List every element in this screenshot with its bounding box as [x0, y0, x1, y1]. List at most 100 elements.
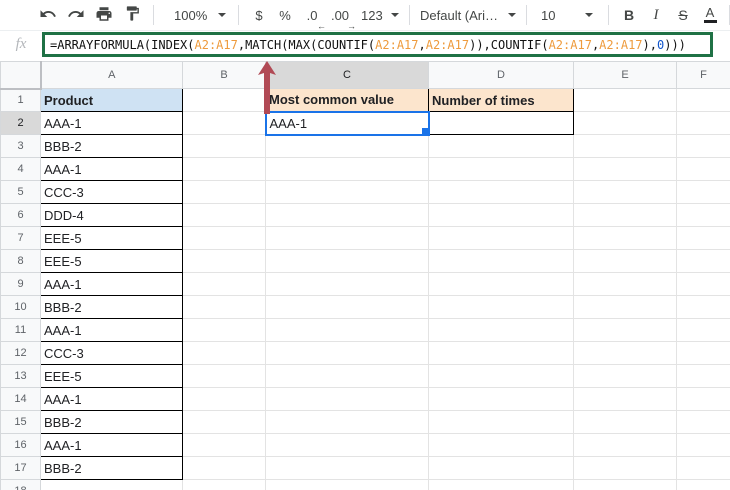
- cell-c1[interactable]: Most common value: [265, 88, 429, 112]
- cell-f14[interactable]: [676, 387, 730, 411]
- cell-b2[interactable]: [182, 111, 266, 135]
- cell-d5[interactable]: [428, 180, 574, 204]
- cell-b18[interactable]: [182, 479, 266, 490]
- cell-c17[interactable]: [265, 456, 429, 480]
- fill-handle[interactable]: [420, 126, 427, 133]
- cell-c15[interactable]: [265, 410, 429, 434]
- cell-d18[interactable]: [428, 479, 574, 490]
- row-header-9[interactable]: 9: [0, 272, 41, 296]
- cell-c12[interactable]: [265, 341, 429, 365]
- cell-b6[interactable]: [182, 203, 266, 227]
- cell-a8[interactable]: EEE-5: [40, 249, 183, 273]
- cell-d14[interactable]: [428, 387, 574, 411]
- cell-f7[interactable]: [676, 226, 730, 250]
- cell-d9[interactable]: [428, 272, 574, 296]
- cell-e16[interactable]: [573, 433, 677, 457]
- cell-d13[interactable]: [428, 364, 574, 388]
- cell-a2[interactable]: AAA-1: [40, 111, 183, 135]
- column-header-d[interactable]: D: [428, 61, 574, 89]
- cell-c2-selected[interactable]: AAA-1: [264, 110, 430, 136]
- row-header-1[interactable]: 1: [0, 88, 41, 112]
- column-header-f[interactable]: F: [676, 61, 730, 89]
- cell-d7[interactable]: [428, 226, 574, 250]
- row-header-10[interactable]: 10: [0, 295, 41, 319]
- cell-a1[interactable]: Product: [40, 88, 183, 112]
- paint-format-button[interactable]: [120, 3, 144, 27]
- cell-f15[interactable]: [676, 410, 730, 434]
- cell-f6[interactable]: [676, 203, 730, 227]
- more-formats-button[interactable]: 123: [359, 3, 401, 27]
- cell-b11[interactable]: [182, 318, 266, 342]
- undo-button[interactable]: [36, 3, 60, 27]
- cell-c5[interactable]: [265, 180, 429, 204]
- cell-b12[interactable]: [182, 341, 266, 365]
- font-select[interactable]: Default (Ari…: [418, 3, 518, 27]
- cell-a6[interactable]: DDD-4: [40, 203, 183, 227]
- cell-e9[interactable]: [573, 272, 677, 296]
- cell-a17[interactable]: BBB-2: [40, 456, 183, 480]
- cell-d4[interactable]: [428, 157, 574, 181]
- cell-b15[interactable]: [182, 410, 266, 434]
- row-header-17[interactable]: 17: [0, 456, 41, 480]
- cell-c3[interactable]: [265, 134, 429, 158]
- cell-f4[interactable]: [676, 157, 730, 181]
- row-header-2[interactable]: 2: [0, 111, 41, 135]
- redo-button[interactable]: [64, 3, 88, 27]
- decrease-decimal-button[interactable]: .0 ←: [301, 3, 326, 32]
- row-header-11[interactable]: 11: [0, 318, 41, 342]
- cell-b17[interactable]: [182, 456, 266, 480]
- column-header-c[interactable]: C: [265, 61, 429, 89]
- cell-e5[interactable]: [573, 180, 677, 204]
- cell-e1[interactable]: [573, 88, 677, 112]
- cell-f2[interactable]: [676, 111, 730, 135]
- cell-e11[interactable]: [573, 318, 677, 342]
- cell-a18[interactable]: [40, 479, 183, 490]
- cell-d10[interactable]: [428, 295, 574, 319]
- cell-a16[interactable]: AAA-1: [40, 433, 183, 457]
- cell-a5[interactable]: CCC-3: [40, 180, 183, 204]
- cell-a13[interactable]: EEE-5: [40, 364, 183, 388]
- row-header-4[interactable]: 4: [0, 157, 41, 181]
- bold-button[interactable]: B: [618, 3, 640, 27]
- select-all-corner[interactable]: [0, 61, 42, 90]
- cell-a3[interactable]: BBB-2: [40, 134, 183, 158]
- cell-e8[interactable]: [573, 249, 677, 273]
- cell-d8[interactable]: [428, 249, 574, 273]
- cell-e10[interactable]: [573, 295, 677, 319]
- cell-f13[interactable]: [676, 364, 730, 388]
- column-header-e[interactable]: E: [573, 61, 677, 89]
- text-color-button[interactable]: A: [699, 3, 721, 27]
- cell-d16[interactable]: [428, 433, 574, 457]
- row-header-6[interactable]: 6: [0, 203, 41, 227]
- cell-e2[interactable]: [573, 111, 677, 135]
- cell-f16[interactable]: [676, 433, 730, 457]
- cell-a9[interactable]: AAA-1: [40, 272, 183, 296]
- formula-input[interactable]: =ARRAYFORMULA(INDEX(A2:A17 ,MATCH(MAX(COU…: [42, 32, 713, 57]
- cell-f5[interactable]: [676, 180, 730, 204]
- cell-a15[interactable]: BBB-2: [40, 410, 183, 434]
- cell-e4[interactable]: [573, 157, 677, 181]
- cell-a7[interactable]: EEE-5: [40, 226, 183, 250]
- cell-c4[interactable]: [265, 157, 429, 181]
- cell-a12[interactable]: CCC-3: [40, 341, 183, 365]
- cell-c10[interactable]: [265, 295, 429, 319]
- row-header-16[interactable]: 16: [0, 433, 41, 457]
- column-header-a[interactable]: A: [40, 61, 183, 89]
- cell-e13[interactable]: [573, 364, 677, 388]
- cell-e14[interactable]: [573, 387, 677, 411]
- cell-c9[interactable]: [265, 272, 429, 296]
- increase-decimal-button[interactable]: .00 →: [327, 3, 356, 32]
- cell-c11[interactable]: [265, 318, 429, 342]
- cell-c8[interactable]: [265, 249, 429, 273]
- cell-d6[interactable]: [428, 203, 574, 227]
- cell-b9[interactable]: [182, 272, 266, 296]
- cell-e12[interactable]: [573, 341, 677, 365]
- zoom-select[interactable]: 100%: [172, 3, 228, 27]
- cell-a4[interactable]: AAA-1: [40, 157, 183, 181]
- row-header-13[interactable]: 13: [0, 364, 41, 388]
- cell-b10[interactable]: [182, 295, 266, 319]
- strikethrough-button[interactable]: S: [672, 3, 694, 27]
- cell-f10[interactable]: [676, 295, 730, 319]
- cell-d2[interactable]: [428, 111, 574, 135]
- cell-b8[interactable]: [182, 249, 266, 273]
